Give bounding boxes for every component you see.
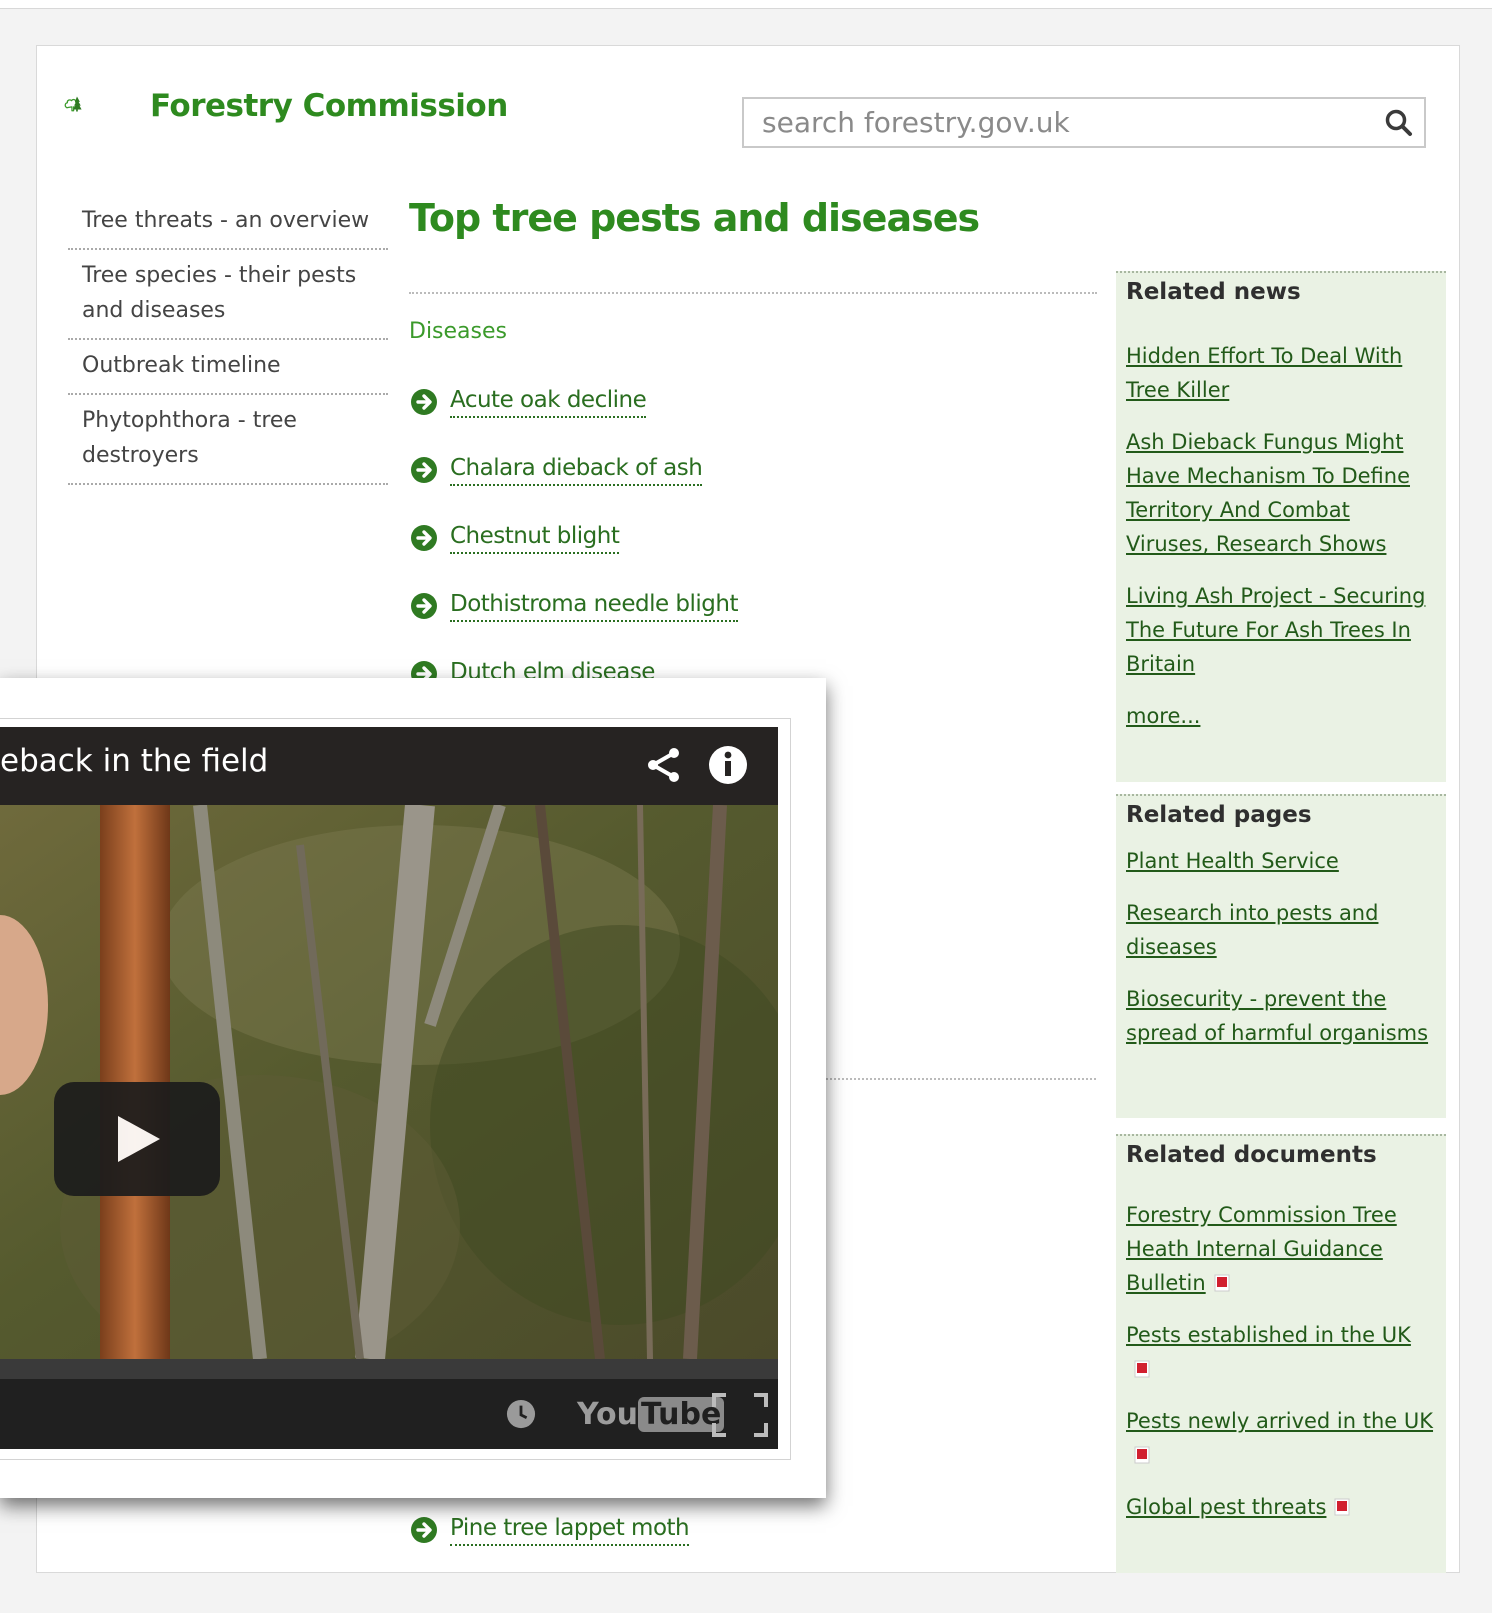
document-link[interactable]: Forestry Commission Tree Heath Internal … bbox=[1126, 1198, 1434, 1300]
left-nav-item-phytophthora[interactable]: Phytophthora - tree destroyers bbox=[68, 395, 388, 485]
video-title-bar: eback in the field bbox=[0, 727, 778, 805]
related-pages-panel: Related pages Plant Health Service Resea… bbox=[1116, 794, 1446, 1118]
search-box[interactable] bbox=[742, 97, 1426, 148]
video-embed-frame: eback in the field You Tube bbox=[0, 718, 791, 1460]
play-icon bbox=[118, 1116, 160, 1162]
document-link[interactable]: Pests newly arrived in the UK bbox=[1126, 1404, 1434, 1472]
news-link[interactable]: Hidden Effort To Deal With Tree Killer bbox=[1126, 339, 1434, 407]
more-news-link[interactable]: more... bbox=[1126, 699, 1434, 733]
document-link[interactable]: Global pest threats bbox=[1126, 1490, 1434, 1524]
youtube-logo[interactable]: You Tube bbox=[577, 1397, 725, 1432]
circle-arrow-right-icon bbox=[411, 457, 437, 483]
disease-link-chalara-dieback[interactable]: Chalara dieback of ash bbox=[450, 452, 703, 486]
play-button[interactable] bbox=[54, 1082, 220, 1196]
share-icon[interactable] bbox=[644, 745, 684, 785]
youtube-logo-you: You bbox=[577, 1397, 638, 1432]
circle-arrow-right-icon bbox=[411, 1517, 437, 1543]
circle-arrow-right-icon bbox=[411, 525, 437, 551]
page-title: Top tree pests and diseases bbox=[409, 196, 980, 240]
pdf-icon bbox=[1214, 1274, 1230, 1292]
document-link-label: Pests newly arrived in the UK bbox=[1126, 1409, 1434, 1433]
search-icon[interactable] bbox=[1384, 108, 1414, 138]
page-link[interactable]: Biosecurity - prevent the spread of harm… bbox=[1126, 982, 1434, 1050]
pdf-icon bbox=[1334, 1498, 1350, 1516]
fullscreen-icon[interactable] bbox=[712, 1393, 768, 1437]
search-input[interactable] bbox=[744, 99, 1344, 146]
forestry-commission-logo[interactable] bbox=[64, 64, 154, 144]
left-nav-item-tree-threats[interactable]: Tree threats - an overview bbox=[68, 195, 388, 250]
pdf-icon bbox=[1134, 1446, 1150, 1464]
divider bbox=[826, 1078, 1096, 1080]
disease-link-chestnut-blight[interactable]: Chestnut blight bbox=[450, 520, 620, 554]
pdf-icon bbox=[1134, 1360, 1150, 1378]
logo-text[interactable]: Forestry Commission bbox=[150, 88, 508, 124]
document-link-label: Global pest threats bbox=[1126, 1495, 1327, 1519]
news-link[interactable]: Ash Dieback Fungus Might Have Mechanism … bbox=[1126, 425, 1434, 561]
page-link[interactable]: Plant Health Service bbox=[1126, 844, 1434, 878]
video-controls-bar: You Tube bbox=[0, 1359, 778, 1449]
video-title[interactable]: eback in the field bbox=[0, 743, 268, 779]
section-label-diseases: Diseases bbox=[409, 319, 507, 344]
pest-link-pine-tree-lappet-moth[interactable]: Pine tree lappet moth bbox=[450, 1512, 690, 1546]
related-documents-heading: Related documents bbox=[1126, 1142, 1377, 1168]
related-pages-heading: Related pages bbox=[1126, 802, 1312, 828]
page-link[interactable]: Research into pests and diseases bbox=[1126, 896, 1434, 964]
related-news-panel: Related news Hidden Effort To Deal With … bbox=[1116, 271, 1446, 782]
left-nav: Tree threats - an overview Tree species … bbox=[68, 195, 388, 485]
disease-link-dothistroma[interactable]: Dothistroma needle blight bbox=[450, 588, 739, 622]
related-news-heading: Related news bbox=[1126, 279, 1301, 305]
document-link[interactable]: Pests established in the UK bbox=[1126, 1318, 1434, 1386]
video-overlay-card: eback in the field You Tube bbox=[0, 678, 826, 1498]
document-link-label: Pests established in the UK bbox=[1126, 1323, 1411, 1347]
disease-link-acute-oak-decline[interactable]: Acute oak decline bbox=[450, 384, 647, 418]
youtube-player[interactable]: eback in the field You Tube bbox=[0, 727, 778, 1449]
progress-bar[interactable] bbox=[0, 1359, 778, 1379]
news-link[interactable]: Living Ash Project - Securing The Future… bbox=[1126, 579, 1434, 681]
divider bbox=[409, 292, 1097, 294]
document-link-label: Forestry Commission Tree Heath Internal … bbox=[1126, 1203, 1397, 1295]
clock-icon[interactable] bbox=[506, 1399, 536, 1429]
left-nav-item-outbreak-timeline[interactable]: Outbreak timeline bbox=[68, 340, 388, 395]
related-documents-panel: Related documents Forestry Commission Tr… bbox=[1116, 1134, 1446, 1573]
left-nav-item-tree-species[interactable]: Tree species - their pests and diseases bbox=[68, 250, 388, 340]
circle-arrow-right-icon bbox=[411, 389, 437, 415]
circle-arrow-right-icon bbox=[411, 593, 437, 619]
info-icon[interactable] bbox=[708, 745, 748, 785]
